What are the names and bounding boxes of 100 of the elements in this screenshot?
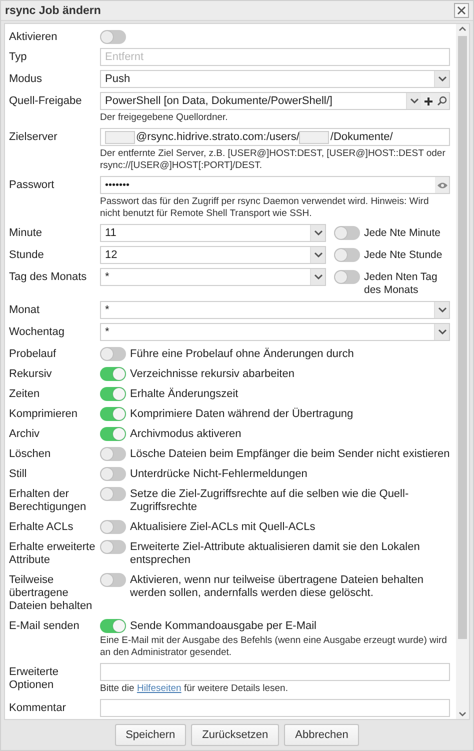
field-label: Löschen — [9, 447, 52, 461]
toggle-description: Führe eine Probelauf ohne Änderungen durch — [130, 346, 355, 361]
search-button[interactable] — [435, 93, 449, 109]
toggle-switch[interactable] — [100, 467, 126, 481]
toggle-switch[interactable] — [100, 30, 126, 44]
toggle-switch[interactable] — [334, 270, 360, 284]
field-label: Aktivieren — [9, 30, 58, 44]
toggle-switch[interactable] — [100, 347, 126, 361]
scrollbar-thumb[interactable] — [458, 36, 467, 639]
select-field[interactable]: * — [100, 301, 450, 319]
dialog-button[interactable]: Speichern — [114, 724, 186, 746]
help-text: Bitte die Hilfeseiten für weitere Details lesen. — [100, 683, 289, 695]
toggle-description: Aktivieren, wenn nur teilweise übertragene Dateien behalten werden sollen, andernfalls werden diese gelöscht. — [130, 573, 425, 600]
field-label: Wochentag — [9, 325, 66, 339]
toggle-switch[interactable] — [100, 427, 126, 441]
caret-icon — [314, 230, 322, 236]
field-label: Erhalte erweiterte Attribute — [9, 540, 96, 567]
toggle-description: Jeden Nten Tag des Monats — [364, 270, 438, 297]
toggle-description: Sende Kommandoausgabe per E-Mail — [130, 619, 318, 633]
field-label: Stunde — [9, 248, 45, 262]
field-label: Passwort — [9, 178, 56, 192]
eye-icon — [436, 182, 448, 188]
toggle-description: Erweiterte Ziel-Attribute aktualisieren damit sie den Lokalen entsprechen — [130, 540, 421, 567]
password-field[interactable]: ••••••• — [100, 176, 450, 194]
toggle-switch[interactable] — [100, 387, 126, 401]
toggle-switch[interactable] — [100, 573, 126, 587]
field-label: Komprimieren — [9, 407, 78, 421]
toggle-description: Jede Nte Minute — [364, 226, 442, 240]
select-field[interactable]: 12 — [100, 246, 326, 264]
dialog-button[interactable]: Abbrechen — [284, 724, 360, 746]
field-label: Erweiterte Optionen — [9, 665, 60, 692]
add-button[interactable] — [421, 93, 435, 109]
select-field[interactable]: * — [100, 323, 450, 341]
toggle-switch[interactable] — [100, 520, 126, 534]
dropdown-button[interactable] — [310, 247, 325, 263]
toggle-description: Lösche Dateien beim Empfänger die beim Sender nicht existieren — [130, 447, 450, 461]
scroll-down-icon[interactable] — [458, 709, 467, 719]
caret-icon — [314, 252, 322, 258]
field-label: Zielserver — [9, 130, 58, 144]
toggle-description: Setze die Ziel-Zugriffsrechte auf die selben wie die Quell-Zugriffsrechte — [130, 487, 410, 514]
field-label: Zeiten — [9, 387, 41, 401]
dropdown-button[interactable] — [434, 324, 449, 340]
caret-icon — [314, 274, 322, 280]
toggle-switch[interactable] — [100, 367, 126, 381]
field-label: Minute — [9, 226, 44, 240]
field-label: Still — [9, 467, 28, 481]
redaction-box — [299, 130, 330, 144]
show-password-button[interactable] — [435, 177, 449, 193]
caret-icon — [438, 307, 446, 313]
redaction-box — [105, 130, 135, 144]
help-text: Passwort das für den Zugriff per rsync Daemon verwendet wird. Hinweis: Wird nicht benutzt für Remote Shell Transport wie SSH. — [100, 196, 430, 220]
select-field[interactable]: 11 — [100, 224, 326, 242]
field-label: Erhalte ACLs — [9, 520, 74, 534]
dropdown-button[interactable] — [310, 269, 325, 285]
toggle-switch[interactable] — [100, 540, 126, 554]
toggle-description: Aktualisiere Ziel-ACLs mit Quell-ACLs — [130, 520, 316, 534]
help-text: Eine E-Mail mit der Ausgabe des Befehls (wenn eine Ausgabe erzeugt wurde) wird an den Administrator gesendet. — [100, 635, 448, 659]
toggle-switch[interactable] — [100, 407, 126, 421]
caret-icon — [438, 329, 446, 335]
close-icon — [457, 6, 466, 15]
text-field[interactable] — [100, 663, 450, 681]
dropdown-button[interactable] — [406, 93, 421, 109]
field-label: Kommentar — [9, 701, 67, 715]
window-title: rsync Job ändern — [5, 4, 101, 16]
toggle-description: Unterdrücke Nicht-Fehlermeldungen — [130, 467, 308, 481]
text-field[interactable]: Entfernt — [100, 48, 450, 66]
toggle-description: Verzeichnisse rekursiv abarbeiten — [130, 367, 296, 381]
field-label: Tag des Monats — [9, 270, 88, 284]
field-label: E-Mail senden — [9, 619, 80, 633]
help-link[interactable]: Hilfeseiten — [136, 683, 182, 694]
select-field[interactable]: * — [100, 268, 326, 286]
toggle-switch[interactable] — [334, 248, 360, 262]
scrollbar[interactable] — [456, 24, 469, 719]
dropdown-button[interactable] — [434, 71, 449, 87]
search-icon — [437, 96, 447, 106]
field-label: Teilweise übertragene Dateien behalten — [9, 573, 94, 613]
text-field[interactable] — [100, 699, 450, 717]
help-text: Der freigegebene Quellordner. — [100, 112, 229, 124]
toggle-switch[interactable] — [100, 487, 126, 501]
field-label: Monat — [9, 303, 41, 317]
plus-icon — [424, 96, 432, 106]
toggle-switch[interactable] — [334, 226, 360, 240]
toggle-switch[interactable] — [100, 619, 126, 633]
select-field[interactable]: Push — [100, 70, 450, 88]
select-field[interactable]: PowerShell [on Data, Dokumente/PowerShell/] — [100, 92, 450, 110]
caret-icon — [410, 98, 418, 104]
toggle-switch[interactable] — [100, 447, 126, 461]
dialog-button[interactable]: Zurücksetzen — [191, 724, 280, 746]
dropdown-button[interactable] — [434, 302, 449, 318]
dropdown-button[interactable] — [310, 225, 325, 241]
field-label: Quell-Freigabe — [9, 94, 83, 108]
toggle-description: Erhalte Änderungszeit — [130, 386, 240, 401]
server-field[interactable]: @rsync.hidrive.strato.com:/users/ /Dokumente/ — [100, 128, 450, 146]
field-label: Probelauf — [9, 347, 58, 361]
close-button[interactable] — [454, 3, 469, 18]
field-label: Erhalten der Berechtigungen — [9, 487, 88, 514]
field-label: Modus — [9, 72, 44, 86]
help-text: Der entfernte Ziel Server, z.B. [USER@]HOST:DEST, [USER@]HOST::DEST oder rsync://[USER@]HOST[:PORT]/DEST. — [100, 148, 446, 172]
toggle-description: Archivmodus aktiveren — [130, 427, 242, 441]
field-label: Archiv — [9, 427, 41, 441]
